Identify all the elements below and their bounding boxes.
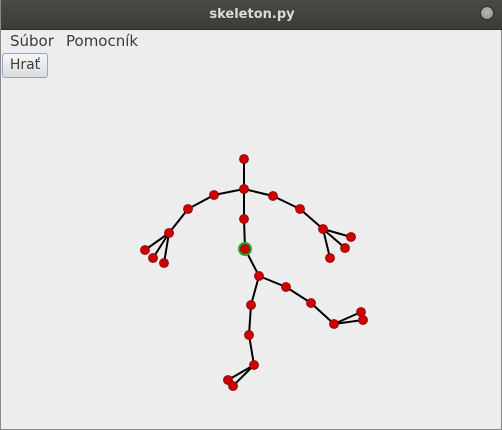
skeleton-joint[interactable]	[246, 300, 256, 310]
skeleton-joint[interactable]	[340, 243, 350, 253]
skeleton-joints	[140, 154, 368, 391]
skeleton-joint[interactable]	[281, 282, 291, 292]
skeleton-joint[interactable]	[164, 228, 174, 238]
skeleton-joint[interactable]	[239, 184, 249, 194]
skeleton-joint[interactable]	[329, 319, 339, 329]
skeleton-joint[interactable]	[148, 253, 158, 263]
window-title: skeleton.py	[209, 7, 295, 22]
skeleton-joint[interactable]	[209, 190, 219, 200]
skeleton-joint[interactable]	[254, 271, 264, 281]
title-bar[interactable]: skeleton.py	[1, 0, 502, 30]
skeleton-joint[interactable]	[159, 258, 169, 268]
skeleton-joint[interactable]	[239, 214, 249, 224]
play-button[interactable]: Hrať	[2, 53, 48, 78]
menu-bar: Súbor Pomocník	[2, 30, 502, 52]
skeleton-joint[interactable]	[325, 253, 335, 263]
selected-joint[interactable]	[240, 244, 250, 254]
skeleton-joint[interactable]	[183, 204, 193, 214]
skeleton-joint[interactable]	[306, 298, 316, 308]
menu-file[interactable]: Súbor	[10, 32, 54, 50]
skeleton-joint[interactable]	[346, 232, 356, 242]
skeleton-joint[interactable]	[239, 154, 249, 164]
skeleton-joint[interactable]	[358, 315, 368, 325]
skeleton-joint[interactable]	[268, 191, 278, 201]
skeleton-joint[interactable]	[228, 381, 238, 391]
skeleton-joint[interactable]	[249, 360, 259, 370]
menu-help[interactable]: Pomocník	[66, 32, 138, 50]
skeleton-joint[interactable]	[244, 330, 254, 340]
skeleton-joint[interactable]	[318, 224, 328, 234]
close-icon[interactable]	[480, 6, 494, 20]
skeleton-joint[interactable]	[356, 307, 366, 317]
skeleton-canvas[interactable]	[2, 80, 502, 429]
skeleton-joint[interactable]	[140, 245, 150, 255]
app-window: skeleton.py Súbor Pomocník Hrať	[0, 0, 502, 430]
skeleton-bones	[144, 159, 364, 387]
skeleton-joint[interactable]	[295, 204, 305, 214]
